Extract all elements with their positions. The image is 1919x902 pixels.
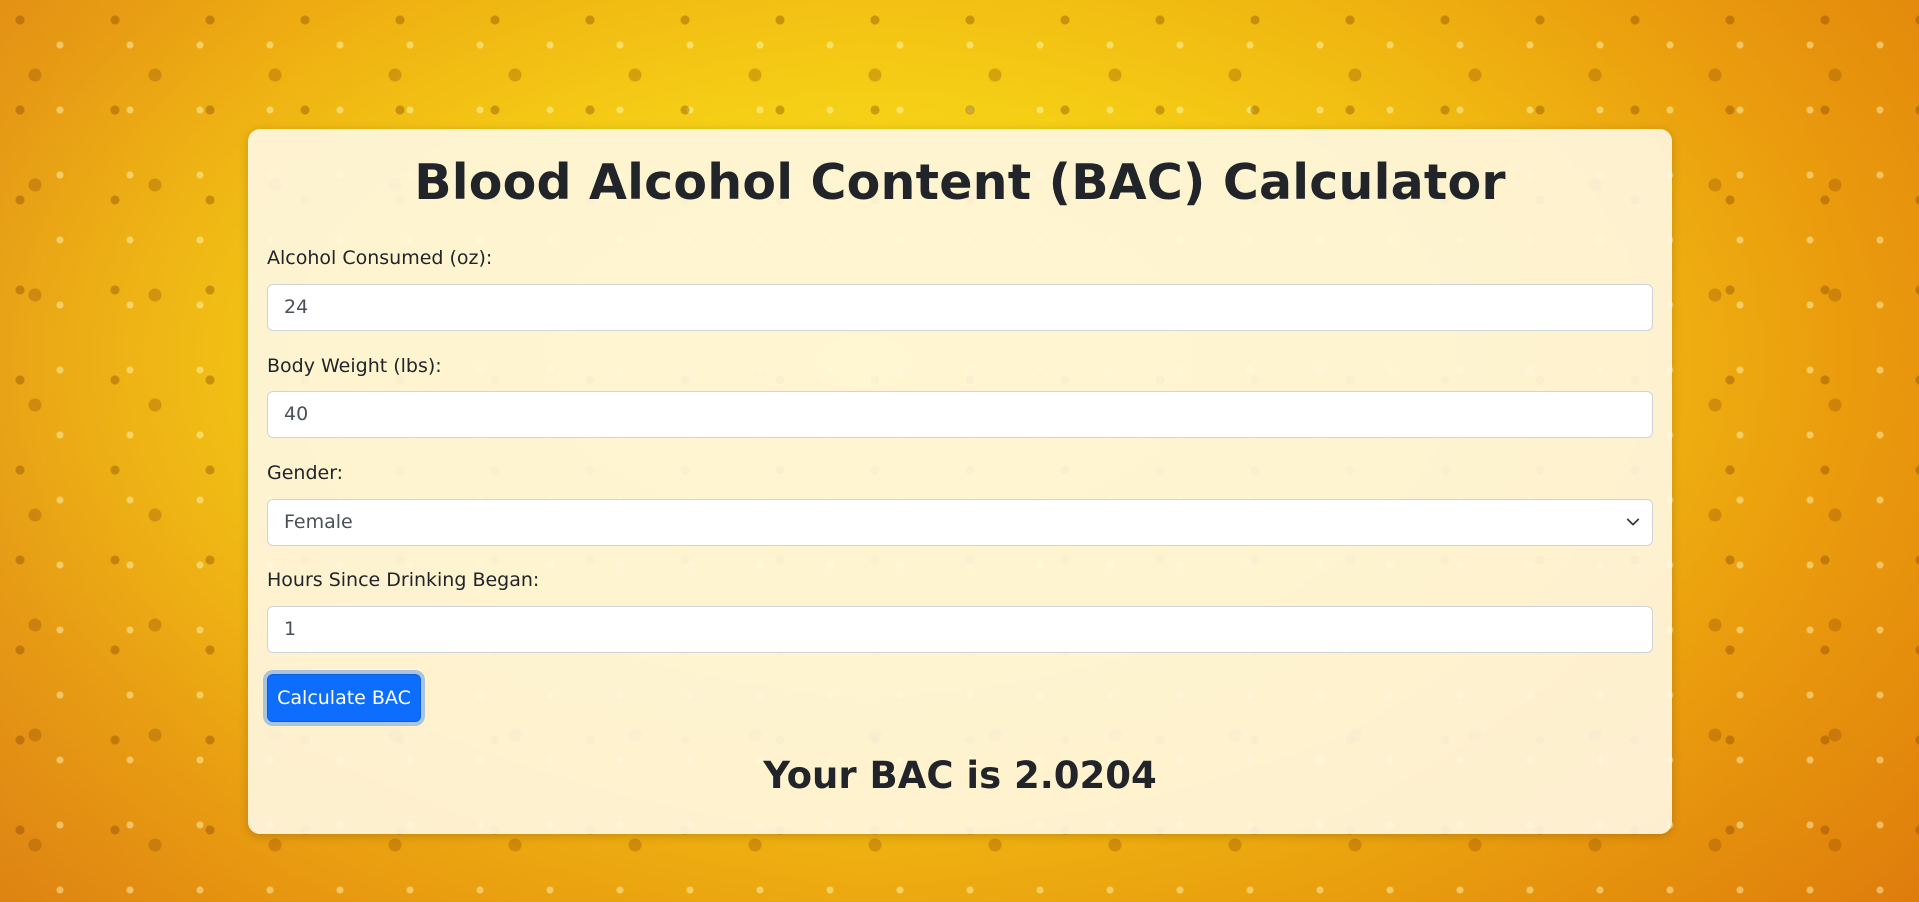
calculate-button[interactable]: Calculate BAC [267,674,421,722]
gender-label: Gender: [267,462,344,484]
weight-group: Body Weight (lbs): 40 [267,353,1653,438]
alcohol-group: Alcohol Consumed (oz): 24 [267,245,1653,331]
weight-input[interactable]: 40 [267,391,1653,438]
alcohol-label: Alcohol Consumed (oz): [267,247,493,269]
alcohol-input[interactable]: 24 [267,284,1653,331]
chevron-down-icon [1626,518,1640,526]
hours-input[interactable]: 1 [267,606,1653,653]
hours-label: Hours Since Drinking Began: [267,569,540,591]
gender-select[interactable]: Female [267,499,1653,546]
gender-group: Gender: Female [267,460,1653,546]
gender-selected-value: Female [284,511,353,533]
weight-label: Body Weight (lbs): [267,355,442,377]
calculator-card: Blood Alcohol Content (BAC) Calculator A… [248,129,1672,834]
page-title: Blood Alcohol Content (BAC) Calculator [414,154,1506,211]
hours-group: Hours Since Drinking Began: 1 [267,567,1653,653]
result-text: Your BAC is 2.0204 [763,754,1157,797]
